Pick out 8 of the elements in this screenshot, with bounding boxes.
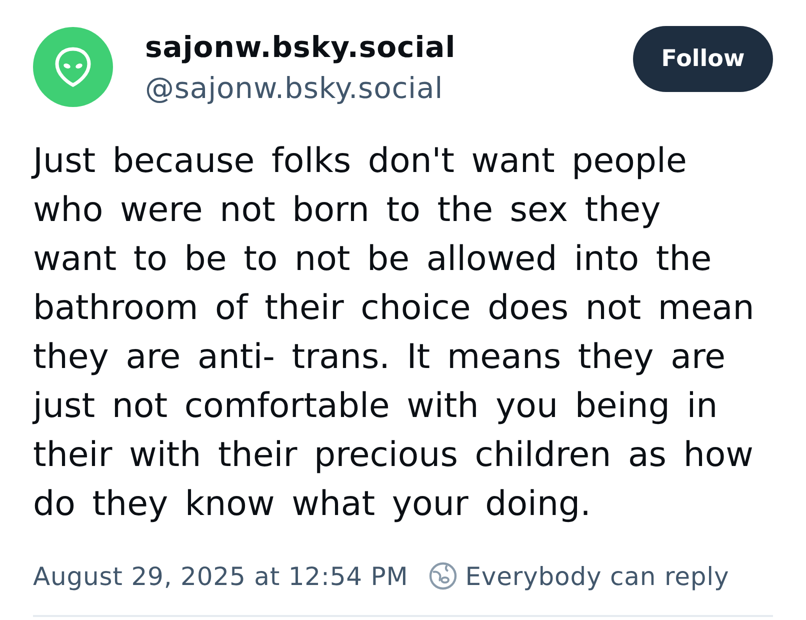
display-name[interactable]: sajonw.bsky.social	[145, 27, 456, 67]
follow-button[interactable]: Follow	[633, 26, 773, 92]
alien-avatar-icon	[33, 27, 113, 107]
post-text: Just because folks don't want people who were not born to the sex they want to be to not be allowed into the bathroom of their choice does not mean they are anti- trans. It means they are just not comfortable with you being in their with their precious children as how do they know what your doing.	[33, 140, 756, 526]
user-handle[interactable]: @sajonw.bsky.social	[145, 69, 444, 107]
post-timestamp[interactable]: August 29, 2025 at 12:54 PM	[33, 562, 408, 590]
reply-setting[interactable]: Everybody can reply	[465, 562, 730, 590]
globe-icon	[428, 561, 458, 591]
